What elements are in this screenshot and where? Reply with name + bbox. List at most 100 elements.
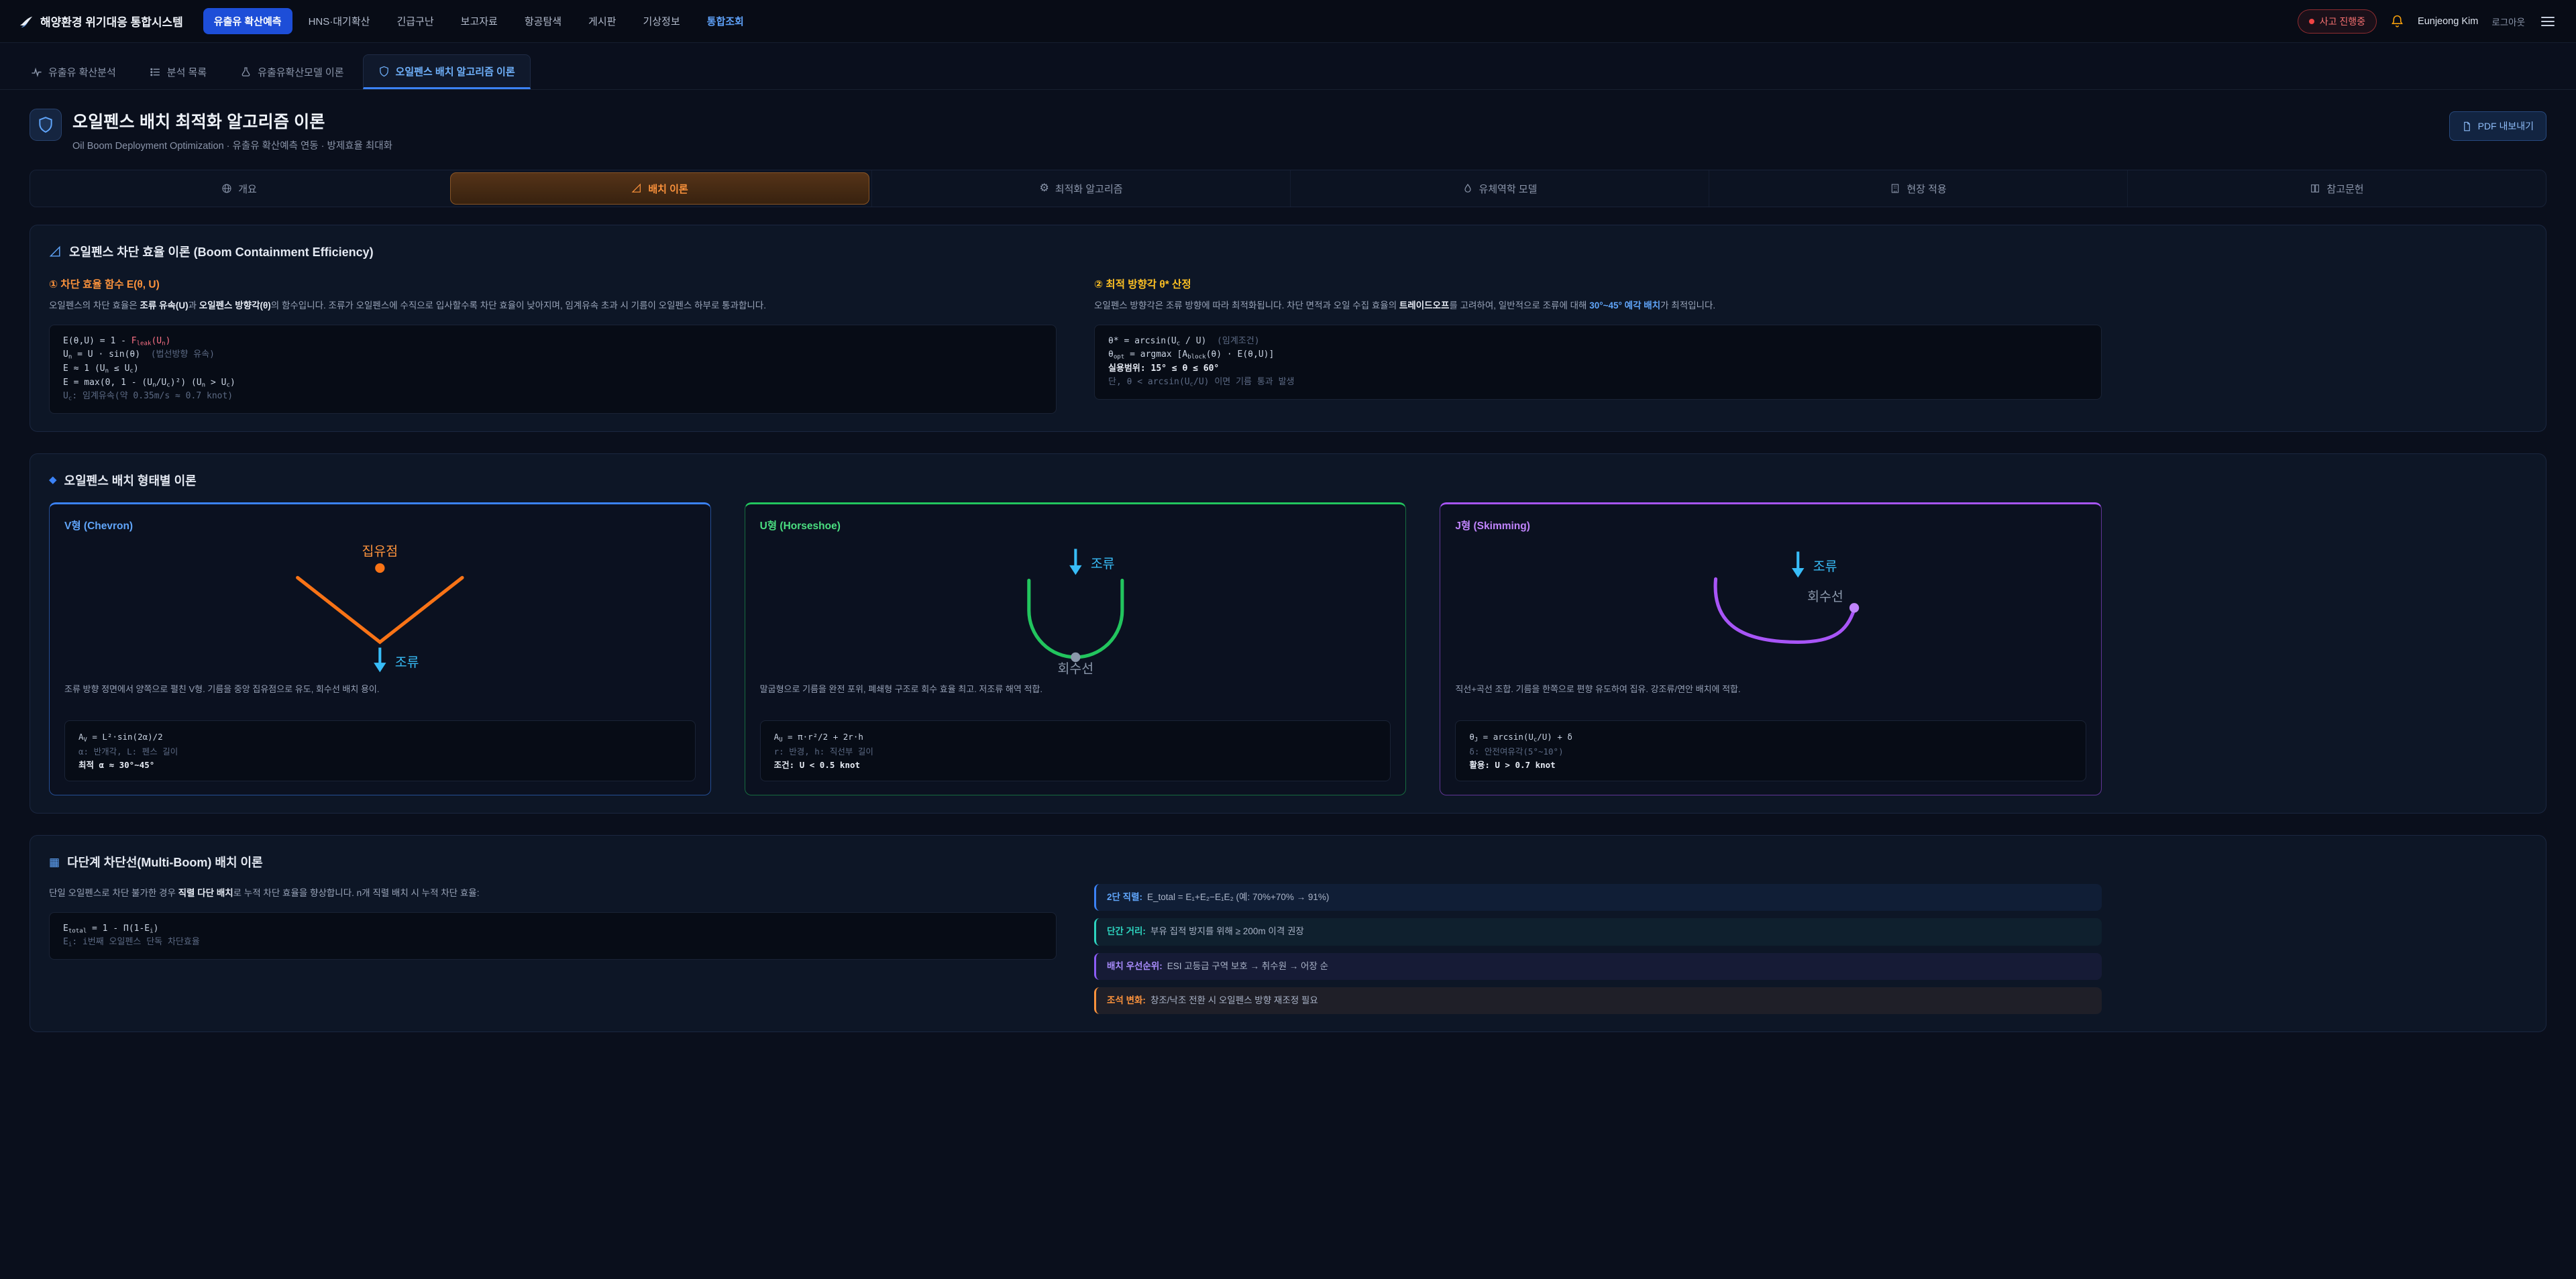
boom-layout-types-card: ◆ 오일펜스 배치 형태별 이론 V형 (Chevron) 집유점 조류 조류 … bbox=[30, 453, 2546, 814]
nav-item-integrated-search[interactable]: 통합조회 bbox=[696, 8, 755, 34]
water-drop-icon bbox=[1462, 183, 1473, 194]
tab-label: 오일펜스 배치 알고리즘 이론 bbox=[396, 64, 515, 78]
brand[interactable]: 해양환경 위기대응 통합시스템 bbox=[19, 13, 183, 30]
section-tab-hydrodynamics[interactable]: 유체역학 모델 bbox=[1290, 170, 1709, 207]
list-icon bbox=[150, 66, 161, 78]
tab-spill-analysis[interactable]: 유출유 확산분석 bbox=[16, 54, 131, 89]
top-navbar: 해양환경 위기대응 통합시스템 유출유 확산예측 HNS·대기확산 긴급구난 보… bbox=[0, 0, 2576, 43]
layout-formula-chevron: AV = L²·sin(2α)/2α: 반개각, L: 펜스 길이최적 α ≈ … bbox=[64, 720, 696, 781]
shield-icon bbox=[37, 116, 54, 133]
brand-title: 해양환경 위기대응 통합시스템 bbox=[40, 13, 183, 30]
tab-boom-algorithm-theory[interactable]: 오일펜스 배치 알고리즘 이론 bbox=[363, 54, 531, 89]
recovery-line-label: 회수선 bbox=[1807, 590, 1843, 604]
efficiency-card-title: 오일펜스 차단 효율 이론 (Boom Containment Efficien… bbox=[49, 243, 2527, 260]
section-tab-optimization[interactable]: ⚙ 최적화 알고리즘 bbox=[871, 170, 1290, 207]
layout-types-card-title: ◆ 오일펜스 배치 형태별 이론 bbox=[49, 471, 2527, 489]
user-name: Eunjeong Kim bbox=[2418, 16, 2478, 27]
wing-logo-icon bbox=[19, 14, 34, 29]
triangle-ruler-icon bbox=[49, 245, 62, 258]
nav-item-reports[interactable]: 보고자료 bbox=[450, 8, 508, 34]
multiboom-formula-column: 단일 오일펜스로 차단 불가한 경우 직렬 다단 배치로 누적 차단 효율을 향… bbox=[49, 884, 1057, 1014]
pdf-export-button[interactable]: PDF 내보내기 bbox=[2449, 111, 2546, 141]
page-subtitle: Oil Boom Deployment Optimization · 유출유 확… bbox=[72, 138, 392, 152]
section-tab-label: 개요 bbox=[238, 182, 257, 196]
page-title: 오일펜스 배치 최적화 알고리즘 이론 bbox=[72, 109, 392, 133]
book-icon bbox=[2310, 183, 2320, 194]
menu-icon[interactable] bbox=[2538, 14, 2557, 29]
section-tab-field-application[interactable]: 현장 적용 bbox=[1709, 170, 2127, 207]
current-arrow-head bbox=[1069, 565, 1081, 575]
note-series-two-stage: 2단 직렬:E_total = E₁+E₂−E₁E₂ (예: 70%+70% →… bbox=[1094, 884, 2102, 911]
optimal-angle-formula: θ* = arcsin(Uc / U) (임계조건)θopt = argmax … bbox=[1094, 325, 2102, 400]
multiboom-paragraph: 단일 오일펜스로 차단 불가한 경우 직렬 다단 배치로 누적 차단 효율을 향… bbox=[49, 885, 1057, 901]
efficiency-function-formula: E(θ,U) = 1 - Fleak(Un)Un = U · sin(θ) (법… bbox=[49, 325, 1057, 414]
multiboom-formula: Etotal = 1 - Π(1-Ei)Ei: i번째 오일펜스 단독 차단효율 bbox=[49, 912, 1057, 960]
sub-tabbar: 유출유 확산분석 분석 목록 유출유확산모델 이론 오일펜스 배치 알고리즘 이… bbox=[0, 43, 2576, 90]
section-tab-overview[interactable]: 개요 bbox=[30, 170, 448, 207]
chevron-diagram: 집유점 조류 bbox=[64, 538, 696, 675]
nav-item-aerial-search[interactable]: 항공탐색 bbox=[514, 8, 572, 34]
note-tidal-change: 조석 변화:창조/낙조 전환 시 오일펜스 방향 재조정 필요 bbox=[1094, 987, 2102, 1014]
current-label: 조류 bbox=[1813, 559, 1837, 574]
horseshoe-boom-shape bbox=[1028, 580, 1122, 657]
document-icon bbox=[2462, 121, 2472, 131]
section-tab-label: 참고문헌 bbox=[2326, 182, 2363, 196]
current-label: 조류 bbox=[1090, 557, 1114, 571]
section-tab-deployment-theory[interactable]: 배치 이론 bbox=[450, 172, 869, 205]
layout-name-chevron: V형 (Chevron) bbox=[64, 518, 696, 533]
grid-icon: ▦ bbox=[49, 856, 60, 868]
page: 해양환경 위기대응 통합시스템 유출유 확산예측 HNS·대기확산 긴급구난 보… bbox=[0, 0, 2576, 1279]
layout-desc-horseshoe: 말굽형으로 기름을 완전 포위, 폐쇄형 구조로 회수 효율 최고. 저조류 해… bbox=[760, 683, 1391, 711]
layout-card-skimming: J형 (Skimming) 조류 회수선 직선+곡선 조합. 기름을 한쪽으로 … bbox=[1440, 502, 2102, 795]
nav-item-board[interactable]: 게시판 bbox=[578, 8, 627, 34]
flask-icon bbox=[240, 66, 252, 78]
pdf-export-label: PDF 내보내기 bbox=[2478, 119, 2534, 133]
boom-shield-tile bbox=[30, 109, 62, 141]
multiboom-card-title: ▦ 다단계 차단선(Multi-Boom) 배치 이론 bbox=[49, 853, 2527, 871]
current-label: 조류 bbox=[395, 655, 419, 670]
layout-card-horseshoe: U형 (Horseshoe) 조류 회수선 말굽형으로 기름을 완전 포위, 폐… bbox=[745, 502, 1407, 795]
optimal-angle-heading: ② 최적 방향각 θ* 산정 bbox=[1094, 276, 2102, 291]
tab-label: 유출유확산모델 이론 bbox=[258, 65, 343, 79]
nav-item-emergency-rescue[interactable]: 긴급구난 bbox=[386, 8, 444, 34]
tab-analysis-list[interactable]: 분석 목록 bbox=[135, 54, 221, 89]
layout-name-skimming: J형 (Skimming) bbox=[1455, 518, 2086, 533]
section-tab-label: 배치 이론 bbox=[648, 182, 688, 196]
layout-formula-horseshoe: AU = π·r²/2 + 2r·hr: 반경, h: 직선부 길이조건: U … bbox=[760, 720, 1391, 781]
shield-icon bbox=[378, 66, 390, 77]
layout-desc-skimming: 직선+곡선 조합. 기름을 한쪽으로 편향 유도하여 집유. 강조류/연안 배치… bbox=[1455, 683, 2086, 711]
building-icon bbox=[1890, 183, 1900, 194]
section-tab-references[interactable]: 참고문헌 bbox=[2127, 170, 2546, 207]
section-tab-label: 유체역학 모델 bbox=[1479, 182, 1538, 196]
j-boom-shape bbox=[1715, 579, 1854, 642]
tab-label: 분석 목록 bbox=[167, 65, 207, 79]
page-header: 오일펜스 배치 최적화 알고리즘 이론 Oil Boom Deployment … bbox=[30, 109, 2546, 152]
incident-status-badge[interactable]: 사고 진행중 bbox=[2298, 9, 2377, 34]
nav-item-weather[interactable]: 기상정보 bbox=[632, 8, 690, 34]
diamond-icon: ◆ bbox=[49, 475, 57, 485]
logout-button[interactable]: 로그아웃 bbox=[2491, 15, 2525, 28]
nav-item-hns-air-diffusion[interactable]: HNS·대기확산 bbox=[298, 8, 381, 34]
optimal-angle-column: ② 최적 방향각 θ* 산정 오일펜스 방향각은 조류 방향에 따라 최적화됩니… bbox=[1094, 274, 2102, 414]
layout-name-horseshoe: U형 (Horseshoe) bbox=[760, 518, 1391, 533]
nav-item-oil-spill-prediction[interactable]: 유출유 확산예측 bbox=[203, 8, 292, 34]
section-tab-label: 최적화 알고리즘 bbox=[1055, 182, 1123, 196]
recovery-vessel-dot bbox=[1071, 653, 1080, 662]
efficiency-function-heading: ① 차단 효율 함수 E(θ, U) bbox=[49, 276, 1057, 291]
collection-point-dot bbox=[375, 563, 384, 573]
globe-icon bbox=[221, 183, 232, 194]
tab-diffusion-model-theory[interactable]: 유출유확산모델 이론 bbox=[225, 54, 358, 89]
boom-efficiency-card: 오일펜스 차단 효율 이론 (Boom Containment Efficien… bbox=[30, 225, 2546, 432]
efficiency-function-paragraph: 오일펜스의 차단 효율은 조류 유속(U)과 오일펜스 방향각(θ)의 함수입니… bbox=[49, 298, 1057, 314]
current-arrow-head bbox=[1792, 568, 1804, 577]
collection-point-label: 집유점 bbox=[362, 544, 398, 559]
main-nav: 유출유 확산예측 HNS·대기확산 긴급구난 보고자료 항공탐색 게시판 기상정… bbox=[203, 8, 755, 34]
gear-icon: ⚙ bbox=[1039, 183, 1049, 194]
activity-icon bbox=[31, 66, 42, 78]
notification-bell-icon[interactable] bbox=[2390, 14, 2404, 28]
layout-desc-chevron: 조류 방향 정면에서 양쪽으로 펼친 V형. 기름을 중앙 집유점으로 유도, … bbox=[64, 683, 696, 711]
incident-label: 사고 진행중 bbox=[2320, 15, 2365, 28]
layout-card-chevron: V형 (Chevron) 집유점 조류 조류 방향 정면에서 양쪽으로 펼친 V… bbox=[49, 502, 711, 795]
note-spacing: 단간 거리:부유 집적 방지를 위해 ≥ 200m 이격 권장 bbox=[1094, 918, 2102, 945]
multiboom-notes: 2단 직렬:E_total = E₁+E₂−E₁E₂ (예: 70%+70% →… bbox=[1094, 884, 2102, 1014]
